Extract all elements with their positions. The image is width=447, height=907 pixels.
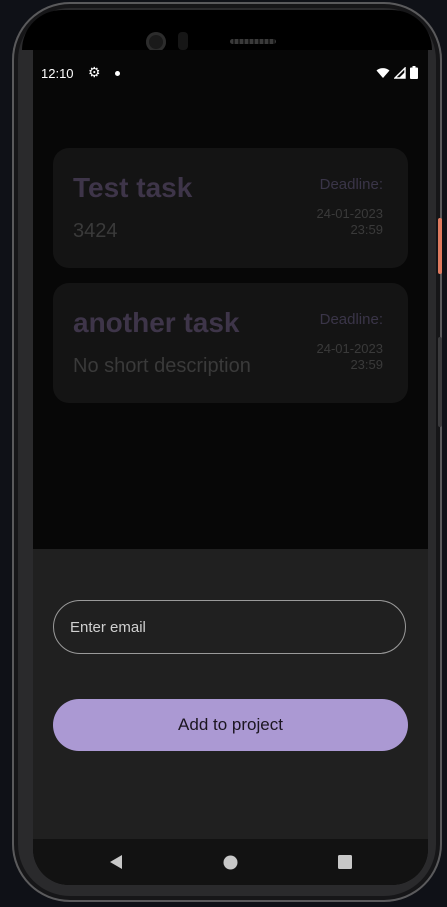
deadline-time: 23:59 — [350, 357, 383, 372]
gear-icon: ⚙ — [88, 64, 101, 80]
deadline-time: 23:59 — [350, 222, 383, 237]
signal-icon — [394, 66, 406, 79]
recents-square-icon[interactable] — [336, 853, 354, 871]
power-button — [438, 218, 442, 274]
deadline-value: 24-01-2023 23:59 — [317, 341, 384, 373]
deadline-date: 24-01-2023 — [316, 206, 384, 221]
status-icons — [376, 66, 418, 79]
task-description: 3424 — [73, 220, 118, 242]
home-circle-icon[interactable] — [221, 853, 239, 871]
screen: 12:10 ⚙ Test task 3424 Deadline: 24-01-2… — [33, 50, 428, 885]
sensor-icon — [178, 32, 188, 50]
status-bar: 12:10 ⚙ — [33, 62, 428, 86]
deadline-value: 24-01-2023 23:59 — [317, 206, 384, 238]
notification-dot-icon — [115, 71, 120, 76]
deadline-date: 24-01-2023 — [316, 341, 384, 356]
navigation-bar — [33, 839, 428, 885]
wifi-icon — [376, 67, 390, 78]
task-title: Test task — [73, 172, 193, 203]
back-triangle-icon[interactable] — [107, 853, 125, 871]
add-to-project-button[interactable]: Add to project — [53, 699, 408, 751]
task-card[interactable]: Test task 3424 Deadline: 24-01-2023 23:5… — [53, 148, 408, 268]
email-input[interactable] — [53, 600, 406, 654]
front-camera-icon — [146, 32, 166, 52]
deadline-label: Deadline: — [319, 176, 383, 193]
task-card[interactable]: another task No short description Deadli… — [53, 283, 408, 403]
deadline-label: Deadline: — [319, 311, 383, 328]
add-member-bottom-sheet: Add to project — [33, 549, 428, 839]
task-title: another task — [73, 307, 240, 338]
volume-button — [438, 337, 442, 427]
task-description: No short description — [73, 355, 251, 377]
top-bezel — [22, 10, 432, 52]
status-time: 12:10 — [41, 66, 74, 81]
earpiece-speaker — [230, 39, 276, 44]
battery-icon — [410, 66, 418, 79]
